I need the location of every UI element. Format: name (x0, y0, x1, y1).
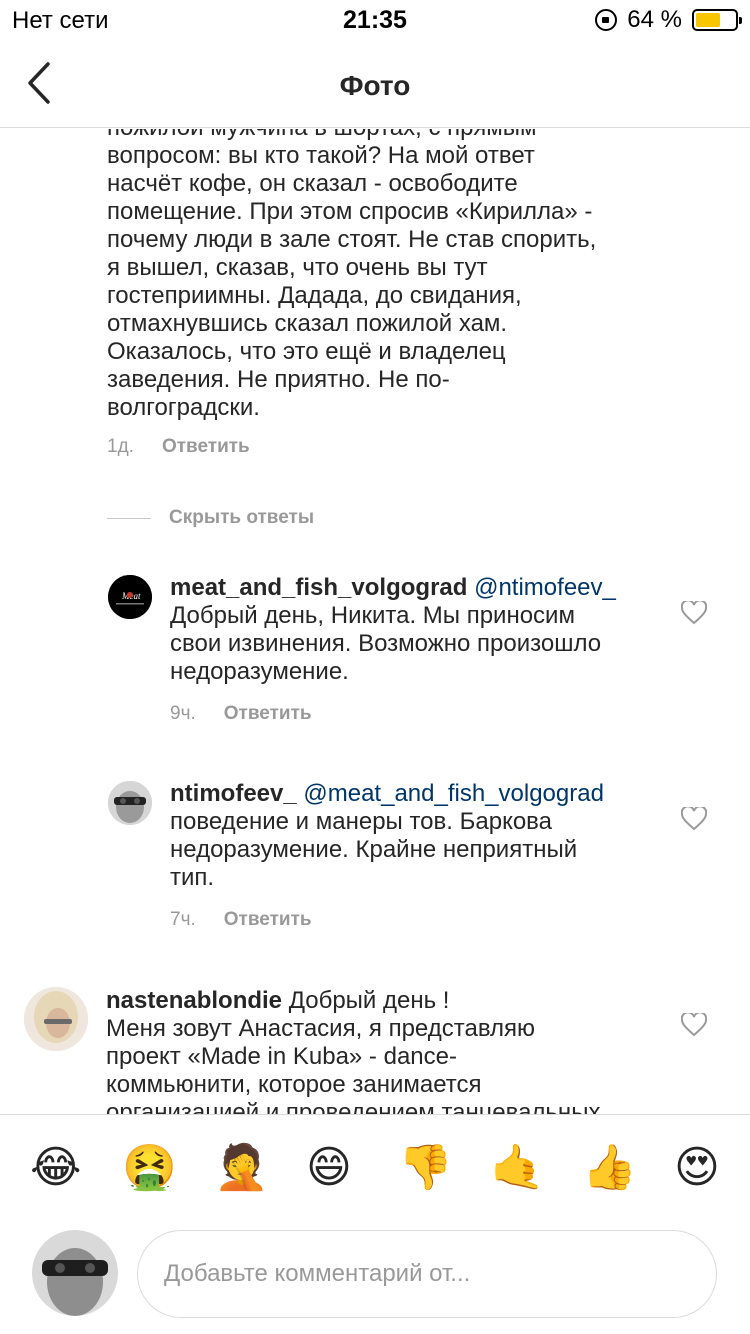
comment-line: отмахнувшись сказал пожилой хам. (107, 310, 508, 337)
emoji-vomiting-icon[interactable]: 🤮 (122, 1143, 177, 1193)
like-heart-icon[interactable] (681, 807, 707, 831)
comment-line: гостеприимны. Дадада, до свидания, (107, 282, 522, 309)
comment-line: организацией и проведением танцевальных (106, 1099, 601, 1114)
comment-line: Оказалось, что это ещё и владелец (107, 338, 506, 365)
comment-first-text: Добрый день ! (288, 987, 450, 1014)
battery-icon (692, 9, 742, 31)
my-avatar (32, 1230, 118, 1316)
hide-replies-button[interactable]: Скрыть ответы (107, 507, 314, 529)
page-title: Фото (339, 70, 411, 101)
comment-line: почему люди в зале стоят. Не став спорит… (107, 226, 597, 253)
comment-line: вопросом: вы кто такой? На мой ответ (107, 142, 535, 169)
comment-composer (0, 1220, 750, 1334)
battery-percent: 64 % (627, 6, 682, 33)
comment-text: пожилой мужчина в шортах, с прямым вопро… (107, 129, 647, 422)
comment-time: 1д. (107, 436, 134, 457)
emoji-grinning-icon[interactable]: 😄 (306, 1143, 352, 1193)
comment-line: волгоградски. (107, 394, 260, 421)
reply-time: 7ч. (170, 909, 196, 930)
emoji-quick-bar: 😂 🤮 🤦 😄 👎 🤙 👍 😍 (0, 1114, 750, 1220)
mention-link[interactable]: @meat_and_fish_volgograd (303, 780, 604, 807)
user-photo-icon (108, 781, 152, 825)
reply-line: поведение и манеры тов. Баркова (170, 808, 553, 835)
reply-line: недоразумение. Крайне неприятный (170, 836, 578, 863)
reply-body: meat_and_fish_volgograd @ntimofeev_ Добр… (170, 574, 640, 686)
emoji-heart-eyes-icon[interactable]: 😍 (674, 1143, 720, 1193)
comment-input[interactable] (138, 1231, 716, 1317)
comment-line: Меня зовут Анастасия, я представляю (106, 1015, 536, 1042)
mention-link[interactable]: @ntimofeev_ (474, 574, 616, 601)
reply-meta: 7ч. Ответить (170, 909, 312, 931)
emoji-facepalm-icon[interactable]: 🤦 (214, 1143, 269, 1193)
emoji-thumbs-down-icon[interactable]: 👎 (398, 1143, 453, 1193)
status-bar: Нет сети 21:35 64 % (0, 0, 750, 40)
reply-line: Добрый день, Никита. Мы приносим (170, 602, 575, 629)
reply-line: свои извинения. Возможно произошло (170, 630, 602, 657)
username[interactable]: ntimofeev_ (170, 780, 297, 807)
reply-line: недоразумение. (170, 658, 349, 685)
like-heart-icon[interactable] (681, 1013, 707, 1037)
comment-line: проект «Made in Kuba» - dance- (106, 1043, 457, 1070)
comment-meta: 1д. Ответить (107, 436, 250, 458)
username[interactable]: meat_and_fish_volgograd (170, 574, 467, 601)
comment-input-wrapper (137, 1230, 717, 1318)
like-heart-icon[interactable] (681, 601, 707, 625)
username[interactable]: nastenablondie (106, 987, 282, 1014)
reply-line: тип. (170, 864, 215, 891)
rotation-lock-icon (595, 9, 618, 31)
comment-body: nastenablondie Добрый день ! Меня зовут … (106, 987, 646, 1114)
emoji-tears-of-joy-icon[interactable]: 😂 (30, 1143, 81, 1193)
user-photo-icon (24, 987, 88, 1051)
comment-line: помещение. При этом спросив «Кирилла» - (107, 198, 593, 225)
divider (107, 517, 151, 519)
comment-line: пожилой мужчина в шортах, с прямым (107, 129, 647, 142)
nav-header: Фото (0, 40, 750, 128)
comments-list: пожилой мужчина в шортах, с прямым вопро… (0, 129, 750, 1114)
comment-line: заведения. Не приятно. Не по- (107, 366, 450, 393)
comment-line: насчёт кофе, он сказал - освободите (107, 170, 518, 197)
reply-button[interactable]: Ответить (224, 703, 312, 725)
comment-line: я вышел, сказав, что очень вы тут (107, 254, 488, 281)
reply-button[interactable]: Ответить (224, 909, 312, 931)
reply-body: ntimofeev_ @meat_and_fish_volgograd пове… (170, 780, 640, 892)
reply-time: 9ч. (170, 703, 196, 724)
battery-level (696, 13, 721, 27)
user-photo-icon (32, 1230, 118, 1316)
avatar[interactable] (108, 781, 152, 825)
avatar[interactable]: Meat (108, 575, 152, 619)
emoji-call-me-icon[interactable]: 🤙 (490, 1143, 545, 1193)
comment-line: коммьюнити, которое занимается (106, 1071, 482, 1098)
status-right: 64 % (595, 6, 742, 34)
brand-logo-icon: Meat (108, 575, 152, 619)
reply-button[interactable]: Ответить (162, 436, 250, 458)
hide-replies-label: Скрыть ответы (169, 507, 315, 528)
emoji-thumbs-up-icon[interactable]: 👍 (582, 1143, 637, 1193)
reply-meta: 9ч. Ответить (170, 703, 312, 725)
avatar[interactable] (24, 987, 88, 1051)
